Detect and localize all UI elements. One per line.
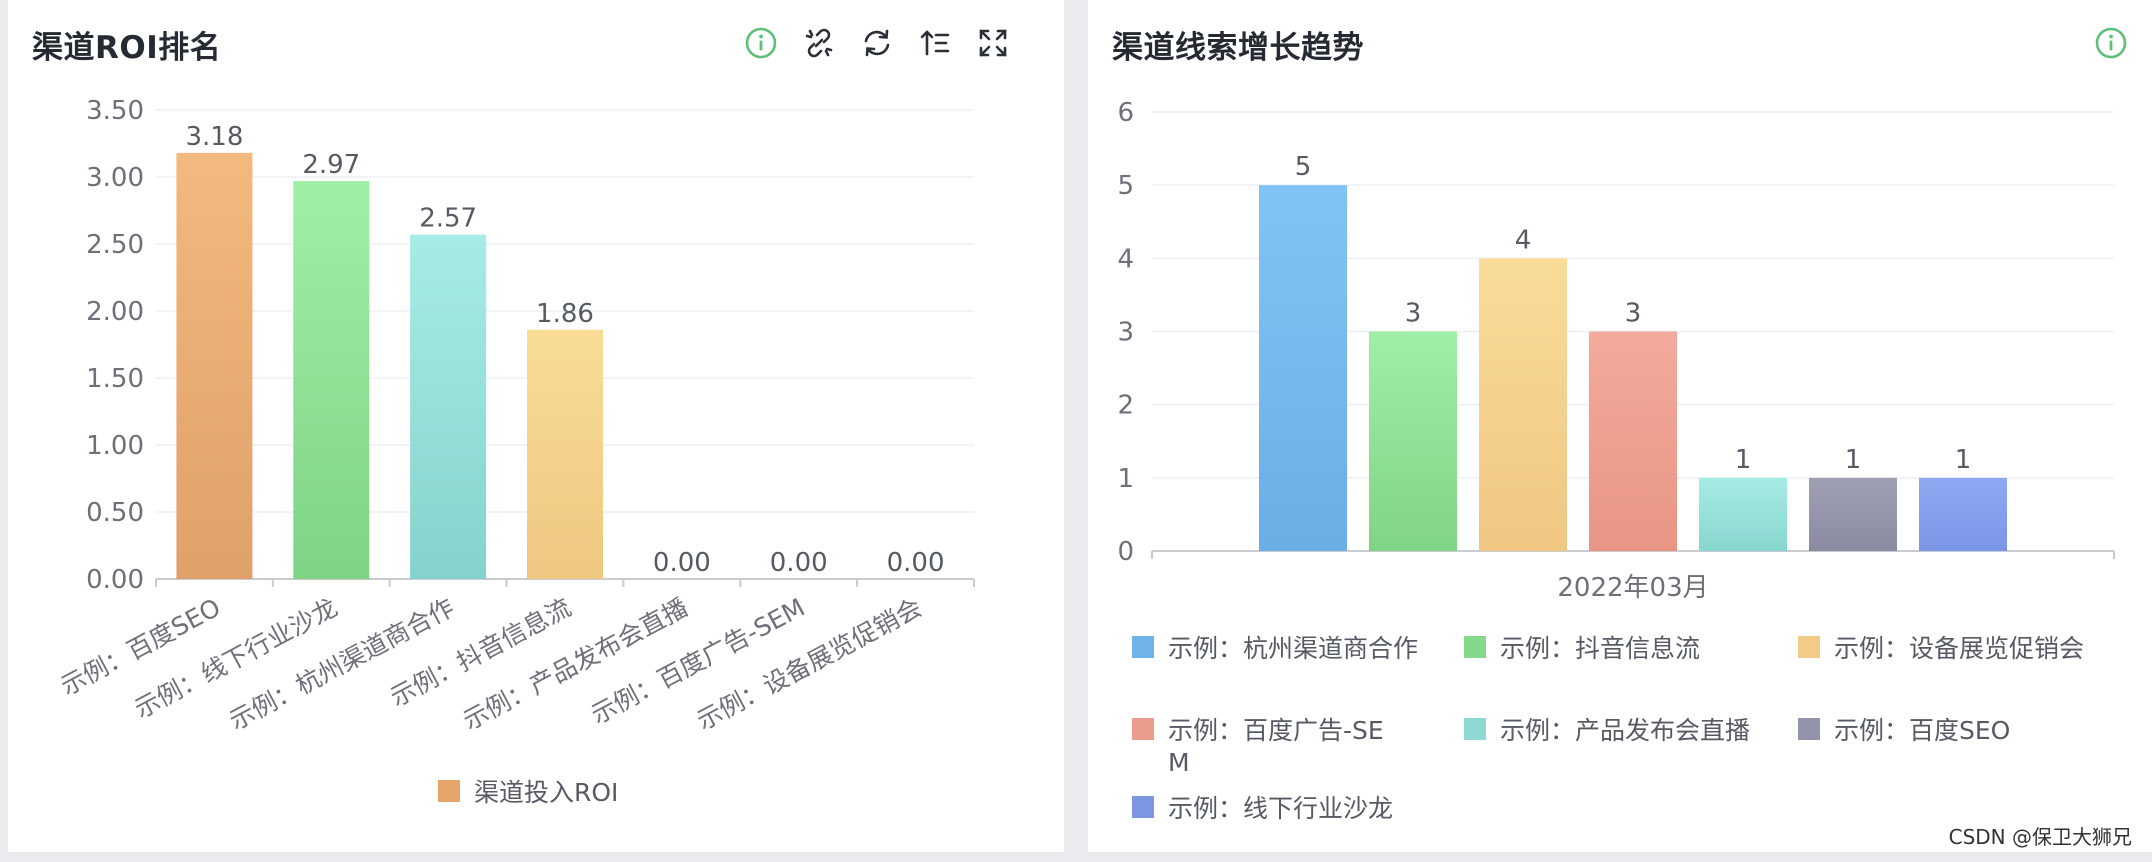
watermark: CSDN @保卫大狮兄	[1948, 825, 2132, 849]
y-tick-label: 0.00	[86, 565, 144, 595]
x-category-label: 2022年03月	[1557, 573, 1708, 603]
y-tick-label: 4	[1117, 244, 1134, 274]
legend-swatch	[1798, 636, 1820, 658]
lead-value-label: 5	[1295, 152, 1312, 182]
y-tick-label: 1.00	[86, 431, 144, 461]
legend-swatch	[1132, 718, 1154, 740]
legend-label: 示例：线下行业沙龙	[1168, 794, 1393, 823]
roi-value-label: 0.00	[770, 548, 828, 578]
roi-bar-chart: 0.000.501.001.502.002.503.003.503.18示例：百…	[56, 96, 975, 807]
lead-bar	[1809, 477, 1897, 551]
lead-value-label: 3	[1405, 299, 1422, 329]
x-category-label: 示例：产品发布会直播	[458, 593, 692, 736]
lead-bar	[1919, 477, 2007, 551]
y-tick-label: 0.50	[86, 498, 144, 528]
legend-label: 渠道投入ROI	[474, 778, 618, 807]
y-tick-label: 1.50	[86, 364, 144, 394]
lead-bar	[1259, 185, 1347, 551]
legend-swatch	[1132, 796, 1154, 818]
legend-label: 示例：百度广告-SE M	[1168, 716, 1384, 777]
roi-bar	[293, 181, 370, 579]
roi-value-label: 0.00	[887, 548, 945, 578]
legend-swatch	[1798, 718, 1820, 740]
lead-value-label: 4	[1515, 225, 1532, 255]
legend-swatch	[1132, 636, 1154, 658]
y-tick-label: 3	[1117, 318, 1134, 348]
legend-label: 示例：百度SEO	[1834, 716, 2010, 745]
roi-bar	[176, 152, 253, 579]
lead-growth-card: 渠道线索增长趋势 0 1 2 3 4 5 6 2022年03月 5 3 4 3 1 1 1 示例：杭州渠道商合…	[1088, 0, 2152, 852]
legend-swatch	[1464, 718, 1486, 740]
roi-value-label: 2.97	[302, 150, 360, 180]
lead-bar	[1369, 331, 1457, 551]
legend-label: 示例：抖音信息流	[1500, 634, 1700, 663]
lead-bar	[1589, 331, 1677, 551]
roi-value-label: 3.18	[185, 122, 243, 152]
y-tick-label: 1	[1117, 464, 1134, 494]
y-tick-label: 5	[1117, 171, 1134, 201]
y-tick-label: 2.00	[86, 297, 144, 327]
y-tick-label: 3.00	[86, 163, 144, 193]
lead-bar	[1699, 477, 1787, 551]
x-category-label: 示例：设备展览促销会	[692, 593, 926, 736]
lead-bar	[1479, 258, 1567, 551]
lead-value-label: 3	[1625, 299, 1642, 329]
y-tick-label: 0	[1117, 537, 1134, 567]
roi-value-label: 2.57	[419, 204, 477, 234]
roi-ranking-card: 渠道ROI排名 0.00 0.50 1.00 1.50 2.00 2.50 3.00 3.50…	[8, 0, 1064, 852]
legend-swatch	[1464, 636, 1486, 658]
lead-value-label: 1	[1845, 445, 1862, 475]
x-category-label: 示例：杭州渠道商合作	[225, 593, 459, 736]
roi-bar	[527, 329, 603, 579]
y-tick-label: 3.50	[86, 96, 144, 126]
legend-label: 示例：杭州渠道商合作	[1168, 634, 1418, 663]
lead-value-label: 1	[1735, 445, 1752, 475]
roi-value-label: 1.86	[536, 299, 594, 329]
legend-swatch	[438, 780, 460, 802]
y-tick-label: 2	[1117, 391, 1134, 421]
lead-value-label: 1	[1955, 445, 1972, 475]
y-tick-label: 6	[1117, 98, 1134, 128]
legend-label: 示例：设备展览促销会	[1834, 634, 2084, 663]
y-tick-label: 2.50	[86, 230, 144, 260]
roi-value-label: 0.00	[653, 548, 711, 578]
roi-bar	[410, 234, 487, 579]
legend-label: 示例：产品发布会直播	[1500, 716, 1750, 745]
lead-growth-bar-chart: 0 1 2 3 4 5 6 2022年03月 5 3 4 3 1 1 1 示例：杭州渠道商合作 示例：抖音信息流…	[1117, 98, 2115, 823]
